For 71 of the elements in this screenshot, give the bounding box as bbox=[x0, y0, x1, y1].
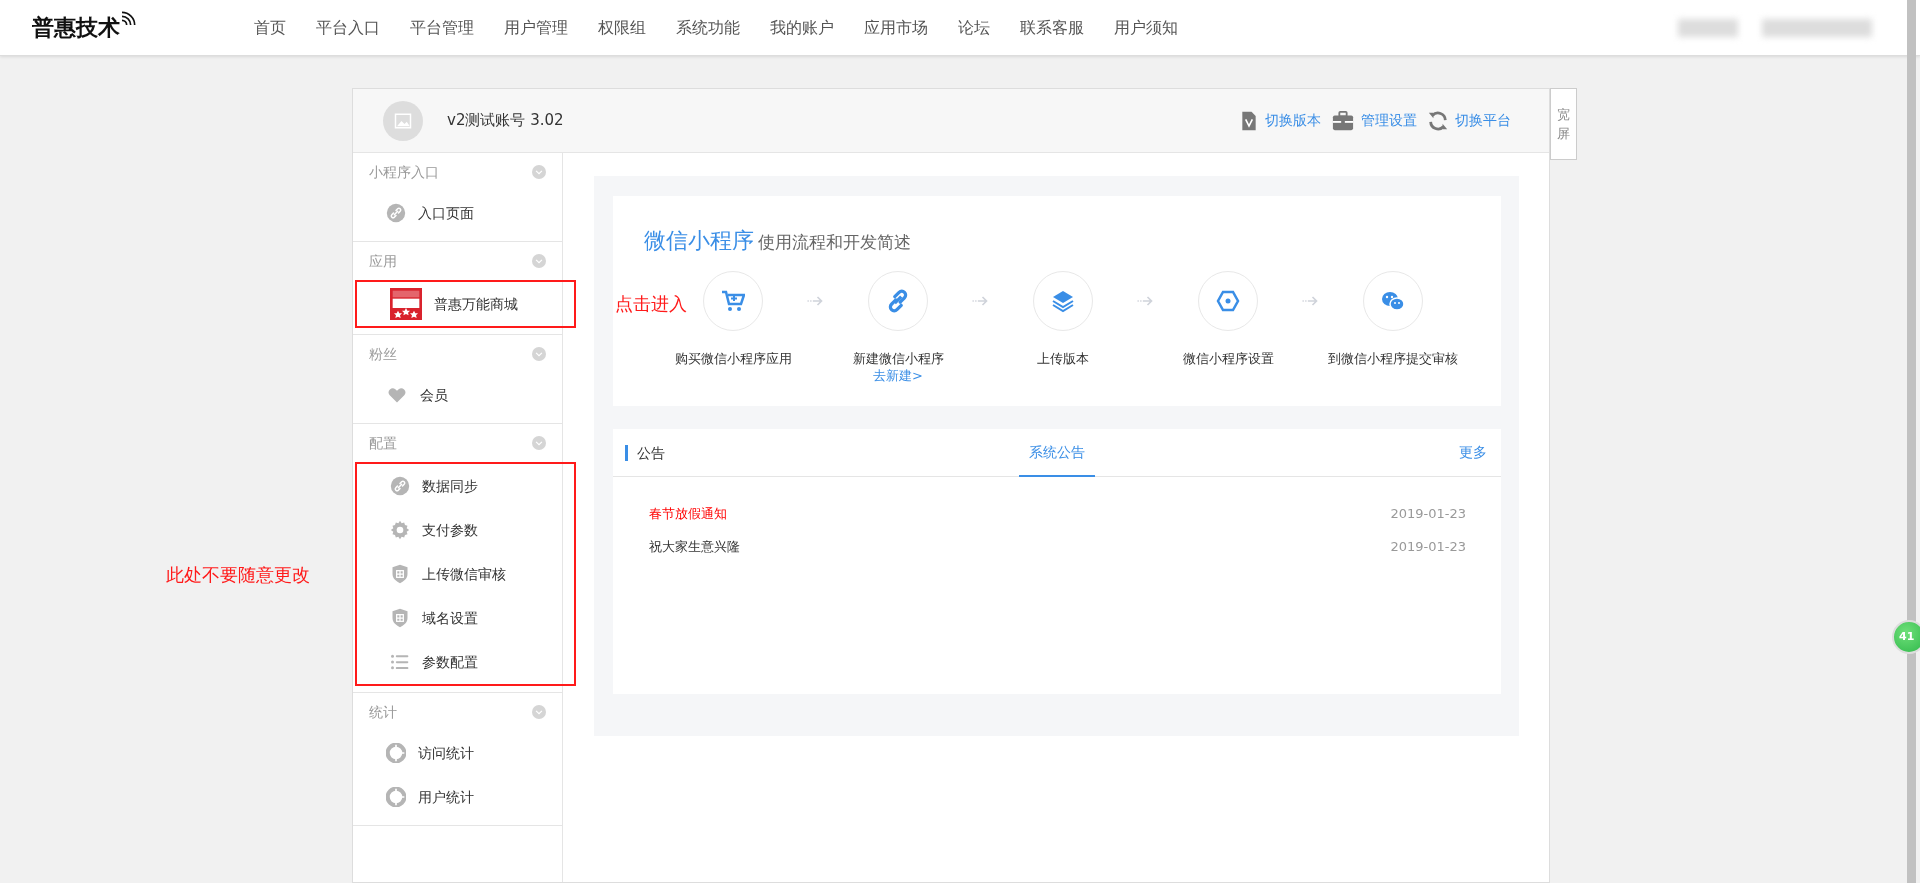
account-name: v2测试账号 3.02 bbox=[447, 110, 564, 132]
nav-link[interactable]: 平台管理 bbox=[410, 15, 474, 40]
notice-link[interactable]: 祝大家生意兴隆 bbox=[649, 536, 740, 557]
shop-logo-icon bbox=[390, 288, 422, 320]
nav-link[interactable]: 应用市场 bbox=[864, 15, 928, 40]
nav-link[interactable]: 用户须知 bbox=[1114, 15, 1178, 40]
heart-icon bbox=[386, 385, 408, 405]
link-icon bbox=[390, 476, 410, 496]
shield-icon bbox=[390, 564, 410, 584]
logo-text: 普惠技术 bbox=[32, 14, 120, 42]
hexagon-icon bbox=[1216, 289, 1240, 313]
nav-link[interactable]: 首页 bbox=[254, 15, 286, 40]
notice-date: 2019-01-23 bbox=[1390, 504, 1466, 523]
sidebar-section-title: 配置 bbox=[369, 433, 397, 453]
step-label: 上传版本 bbox=[1037, 350, 1089, 368]
nav-link[interactable]: 论坛 bbox=[958, 15, 990, 40]
chevron-down-icon bbox=[532, 705, 546, 719]
gear-icon bbox=[390, 520, 410, 540]
sidebar-item[interactable]: 上传微信审核 bbox=[357, 552, 574, 596]
sidebar-item[interactable]: 访问统计 bbox=[353, 731, 562, 775]
pie-chart-icon bbox=[386, 743, 406, 763]
wide-screen-button[interactable]: 宽屏 bbox=[1550, 88, 1577, 160]
step-label: 新建微信小程序 bbox=[852, 350, 944, 368]
notice-title: 公告 bbox=[625, 444, 665, 461]
link-icon bbox=[386, 203, 406, 223]
more-link[interactable]: 更多 bbox=[1459, 442, 1487, 463]
nav-link[interactable]: 权限组 bbox=[598, 15, 646, 40]
notice-date: 2019-01-23 bbox=[1390, 537, 1466, 556]
nav-link[interactable]: 平台入口 bbox=[316, 15, 380, 40]
step-label: 到微信小程序提交审核 bbox=[1328, 350, 1458, 368]
refresh-icon bbox=[1427, 109, 1449, 132]
step-label: 购买微信小程序应用 bbox=[674, 350, 792, 368]
cart-icon bbox=[721, 289, 745, 313]
shield-icon bbox=[390, 608, 410, 628]
flow-subtitle: 使用流程和开发简述 bbox=[758, 232, 911, 252]
sidebar-item[interactable]: 会员 bbox=[353, 373, 562, 417]
signal-icon bbox=[120, 11, 136, 27]
sidebar-section-title: 应用 bbox=[369, 251, 397, 271]
sidebar-item[interactable]: 用户统计 bbox=[353, 775, 562, 819]
blurred-text bbox=[1678, 18, 1738, 37]
notice-link[interactable]: 春节放假通知 bbox=[649, 503, 727, 524]
annotation-text: 点击进入 bbox=[615, 292, 687, 316]
briefcase-icon bbox=[1331, 109, 1355, 132]
step-link[interactable]: 去新建> bbox=[873, 368, 923, 382]
notice-tab[interactable]: 系统公告 bbox=[1019, 429, 1095, 477]
sidebar-section-title: 统计 bbox=[369, 702, 397, 722]
nav-link[interactable]: 系统功能 bbox=[676, 15, 740, 40]
chevron-down-icon bbox=[532, 165, 546, 179]
image-icon bbox=[393, 111, 413, 130]
document-icon bbox=[1239, 109, 1259, 132]
chevron-down-icon bbox=[532, 436, 546, 450]
list-icon bbox=[390, 652, 410, 672]
sidebar-section-title: 小程序入口 bbox=[369, 162, 439, 182]
pie-chart-icon bbox=[386, 787, 406, 807]
nav-link[interactable]: 联系客服 bbox=[1020, 15, 1084, 40]
sidebar-item[interactable]: 入口页面 bbox=[353, 191, 562, 235]
sidebar-item[interactable]: 普惠万能商城 bbox=[357, 282, 574, 326]
chat-bubbles-icon bbox=[1380, 289, 1406, 313]
sidebar-item[interactable]: 数据同步 bbox=[357, 464, 574, 508]
nav-link[interactable]: 用户管理 bbox=[504, 15, 568, 40]
sidebar-section-title: 粉丝 bbox=[369, 344, 397, 364]
chevron-down-icon bbox=[532, 347, 546, 361]
sidebar-item[interactable]: 支付参数 bbox=[357, 508, 574, 552]
nav-link[interactable]: 我的账户 bbox=[770, 15, 834, 40]
chevron-down-icon bbox=[532, 254, 546, 268]
annotation-text: 此处不要随意更改 bbox=[166, 563, 310, 587]
step-label: 微信小程序设置 bbox=[1182, 350, 1274, 368]
flow-title: 微信小程序 bbox=[644, 228, 754, 253]
sidebar-item[interactable]: 域名设置 bbox=[357, 596, 574, 640]
layers-icon bbox=[1051, 289, 1075, 313]
sidebar-item[interactable]: 参数配置 bbox=[357, 640, 574, 684]
